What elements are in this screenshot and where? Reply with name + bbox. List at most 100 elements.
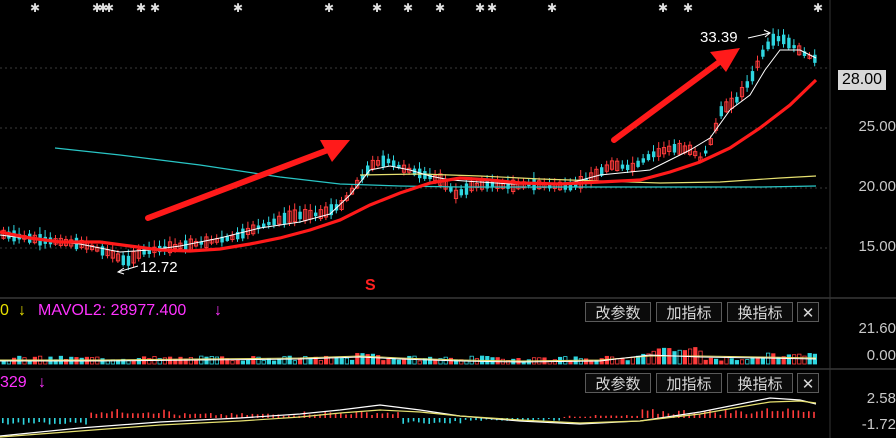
macd-bar (537, 418, 540, 420)
macd-bar (808, 411, 810, 418)
volume-bar (682, 350, 688, 365)
macd-bar (204, 413, 207, 418)
volume-bar (396, 359, 402, 365)
macd-bar (80, 418, 82, 423)
vol-arrow-icon: ↓ (18, 302, 26, 319)
candle-body-down (719, 106, 723, 117)
macd-bar (147, 412, 150, 418)
volume-bar (719, 360, 724, 365)
macd-modify-params-button[interactable]: 改参数 (585, 373, 651, 393)
volume-bar (386, 358, 391, 365)
event-star-marker: ✱ (136, 1, 146, 15)
macd-bar (412, 418, 415, 422)
candle-body-down (750, 71, 755, 82)
macd-bar (152, 413, 155, 418)
candle-body-down (262, 223, 266, 228)
macd-bar (74, 418, 77, 423)
macd-bar (641, 409, 644, 418)
volume-bar (698, 350, 703, 365)
macd-bar (12, 418, 14, 424)
vol-axis-label-zero: 0.00 (866, 347, 896, 364)
macd-bar (548, 418, 550, 420)
macd-bar (329, 412, 332, 418)
price-axis-label-20: 20.00 (858, 178, 896, 195)
macd-close-icon[interactable]: ✕ (797, 373, 819, 393)
vol-close-icon[interactable]: ✕ (797, 302, 819, 322)
volume-bar (318, 360, 324, 365)
candle-body-down (776, 36, 781, 42)
candle-body-down (225, 236, 229, 241)
macd-bar (423, 418, 425, 424)
macd-bar (90, 412, 92, 418)
macd-bar (574, 416, 576, 418)
macd-bar (802, 411, 805, 418)
vol-add-indicator-button[interactable]: 加指标 (656, 302, 722, 322)
event-star-marker: ✱ (475, 1, 485, 15)
candle-body-down (267, 221, 271, 226)
macd-bar (698, 414, 701, 418)
macd-bar (459, 418, 462, 424)
volume-bar (412, 355, 417, 365)
event-star-marker: ✱ (683, 1, 693, 15)
vol-switch-indicator-button[interactable]: 换指标 (727, 302, 793, 322)
macd-bar (199, 413, 202, 418)
macd-bar (787, 408, 789, 418)
macd-bar (106, 413, 108, 418)
current-price-tag: 28.00 (838, 70, 887, 90)
macd-bar (730, 413, 732, 418)
volume-bar (162, 357, 167, 365)
candle-body-down (646, 154, 651, 161)
macd-switch-indicator-button[interactable]: 换指标 (727, 373, 793, 393)
candle-body-down (782, 34, 786, 45)
macd-bar (626, 415, 628, 418)
macd-bar (2, 418, 4, 424)
candle-body-down (620, 164, 625, 169)
macd-add-indicator-button[interactable]: 加指标 (656, 373, 722, 393)
macd-bar (100, 412, 103, 418)
volume-bar (381, 360, 386, 365)
volume-bar (235, 359, 240, 365)
macd-bar (418, 418, 420, 423)
macd-bar (184, 413, 186, 418)
candle-body-down (652, 151, 656, 158)
macd-bar (173, 414, 176, 418)
macd-bar (371, 414, 373, 418)
volume-bar (219, 356, 225, 365)
macd-bar (735, 410, 737, 418)
volume-bar (329, 357, 334, 365)
volume-bar (786, 354, 792, 365)
candle-body-down (792, 45, 796, 49)
candle-body-down (298, 211, 302, 220)
macd-bar (407, 418, 410, 423)
volume-bar (349, 359, 355, 365)
volume-bar (251, 356, 256, 365)
macd-bar (594, 415, 597, 418)
vol-modify-params-button[interactable]: 改参数 (585, 302, 651, 322)
volume-bar (750, 357, 755, 365)
macd-bar (480, 418, 482, 421)
macd-bar (116, 409, 118, 418)
trend-arrow-2 (611, 48, 740, 143)
macd-bar (719, 414, 722, 418)
volume-bar (370, 353, 376, 365)
macd-bar (797, 410, 800, 418)
macd-bar (22, 418, 25, 425)
macd-bar (542, 418, 545, 421)
macd-bar (709, 409, 711, 418)
macd-bar (69, 418, 72, 423)
macd-bar (132, 413, 134, 418)
vol-axis-label-top: 21.60 (858, 320, 896, 337)
volume-bar (287, 355, 292, 365)
macd-bar (220, 414, 222, 418)
macd-arrow-icon: ↓ (38, 374, 46, 391)
macd-bar (59, 418, 61, 425)
macd-bar (402, 418, 404, 424)
macd-bar (714, 412, 716, 418)
macd-bar (355, 411, 358, 418)
trend-arrow-1 (145, 140, 350, 221)
volume-bar (277, 358, 282, 365)
macd-bar (126, 413, 129, 418)
volume-bar (355, 353, 360, 365)
macd-bar (470, 418, 472, 421)
macd-bar (48, 418, 51, 425)
